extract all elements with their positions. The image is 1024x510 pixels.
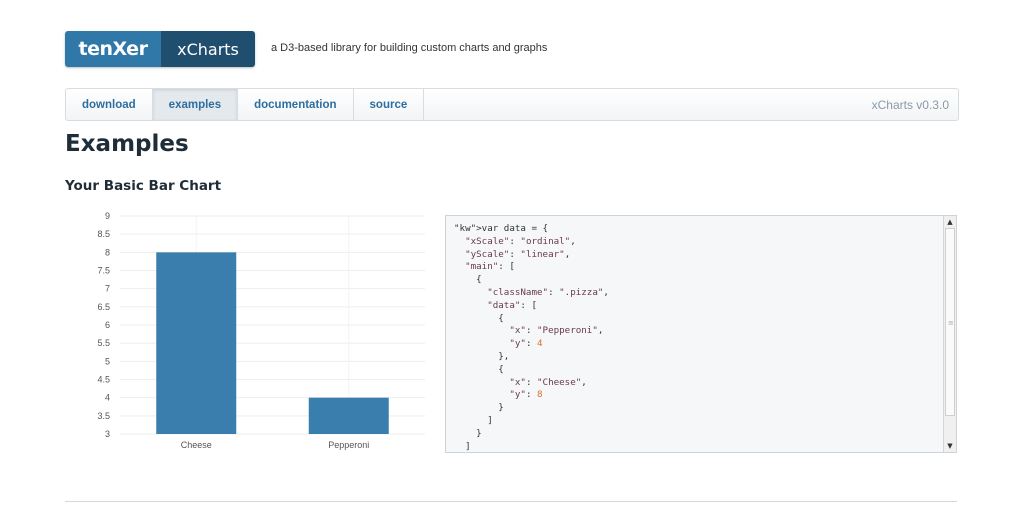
tab-source[interactable]: source — [354, 89, 425, 120]
y-tick-label: 7.5 — [97, 266, 110, 276]
x-tick-label: Cheese — [181, 440, 212, 450]
main-nav: download examples documentation source x… — [65, 88, 959, 121]
y-tick-label: 5.5 — [97, 338, 110, 348]
bar-chart: 3 3.5 4 4.5 5 5.5 6 6.5 7 7.5 8 8.5 9 Cheese Pepperoni — [97, 212, 425, 450]
y-tick-label: 6 — [105, 320, 110, 330]
grip-icon: ≡ — [948, 319, 954, 327]
bar — [156, 252, 237, 434]
scrollbar[interactable]: ▲ ≡ ▼ — [943, 216, 956, 452]
y-tick-label: 4.5 — [97, 375, 110, 385]
section-title: Your Basic Bar Chart — [65, 178, 222, 194]
tab-examples[interactable]: examples — [152, 89, 239, 120]
y-tick-label: 5 — [105, 356, 110, 366]
y-tick-label: 3.5 — [97, 411, 110, 421]
code-content: "kw">var data = { "xScale": "ordinal", "… — [454, 223, 609, 452]
brand-logo: tenXer — [65, 31, 161, 67]
divider — [65, 501, 957, 502]
y-tick-label: 4 — [105, 393, 110, 403]
tagline: a D3-based library for building custom c… — [271, 42, 548, 54]
tab-download[interactable]: download — [66, 89, 153, 120]
tab-documentation[interactable]: documentation — [238, 89, 354, 120]
version-label: xCharts v0.3.0 — [871, 97, 949, 112]
product-name: xCharts — [161, 31, 255, 67]
y-tick-label: 3 — [105, 429, 110, 439]
code-editor[interactable]: "kw">var data = { "xScale": "ordinal", "… — [445, 215, 957, 453]
y-tick-label: 8.5 — [97, 229, 110, 239]
scroll-down-icon[interactable]: ▼ — [944, 440, 956, 452]
scroll-up-icon[interactable]: ▲ — [944, 216, 956, 228]
y-tick-label: 7 — [105, 284, 110, 294]
y-tick-label: 9 — [105, 212, 110, 221]
scrollbar-thumb[interactable]: ≡ — [945, 228, 955, 416]
logo[interactable]: tenXer xCharts — [65, 31, 255, 67]
bar — [308, 397, 389, 434]
x-tick-label: Pepperoni — [328, 440, 369, 450]
y-tick-label: 8 — [105, 247, 110, 257]
page-title: Examples — [65, 131, 189, 157]
y-tick-label: 6.5 — [97, 302, 110, 312]
